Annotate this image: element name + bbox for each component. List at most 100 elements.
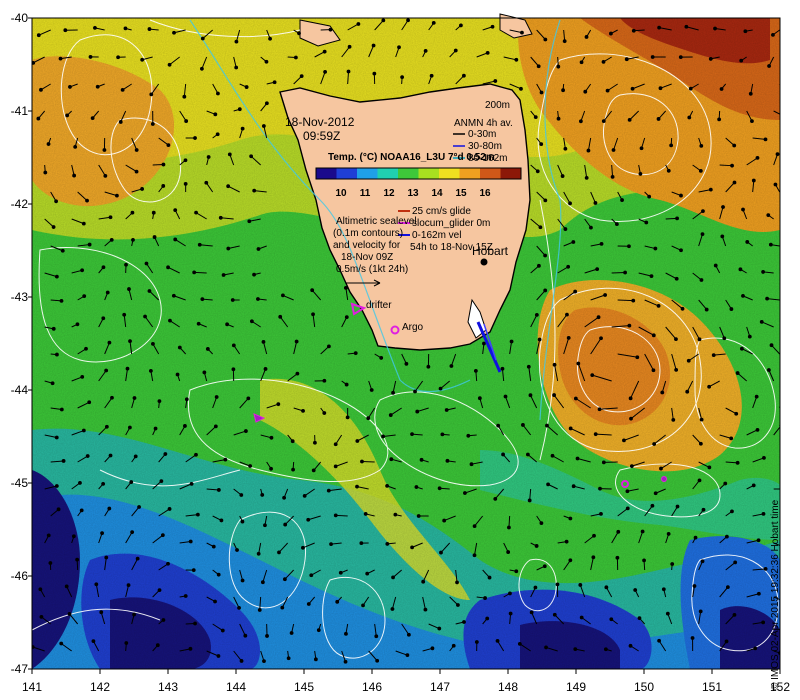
velocity-arrow-head [666, 532, 671, 536]
velocity-arrow-head [438, 386, 443, 391]
velocity-arrow-head [482, 341, 486, 346]
velocity-arrow-head [697, 478, 702, 483]
velocity-arrow-head [611, 148, 616, 152]
x-tick-label: 146 [362, 680, 382, 694]
velocity-arrow-head [568, 201, 572, 206]
colorbar-tick-label: 10 [335, 188, 347, 199]
velocity-arrow-head [38, 587, 43, 592]
velocity-arrow-head [265, 634, 269, 638]
velocity-arrow-head [473, 369, 478, 373]
velocity-arrow-head [688, 86, 693, 91]
velocity-arrow-head [311, 312, 315, 317]
glider-item: 25 cm/s glide [412, 206, 471, 217]
velocity-arrow-head [423, 48, 428, 53]
velocity-arrow-head [375, 658, 380, 663]
velocity-arrow-head [227, 152, 232, 157]
velocity-arrow-head [711, 353, 716, 358]
velocity-arrow-head [240, 126, 245, 131]
velocity-arrow-head [544, 645, 548, 650]
velocity-arrow-head [65, 113, 70, 118]
velocity-arrow-head [493, 79, 498, 83]
velocity-arrow-head [560, 174, 565, 178]
velocity-arrow-head [761, 270, 766, 274]
velocity-arrow-head [732, 143, 737, 148]
velocity-arrow-head [64, 584, 69, 589]
velocity-arrow-head [127, 425, 132, 430]
velocity-arrow-head [410, 432, 414, 437]
velocity-arrow-head [653, 246, 658, 251]
velocity-arrow-head [183, 158, 188, 163]
velocity-arrow-head [130, 530, 135, 535]
velocity-arrow-head [365, 571, 370, 576]
hobart-dot-icon [480, 258, 488, 266]
velocity-arrow-head [720, 234, 725, 239]
velocity-arrow-head [788, 458, 791, 461]
velocity-arrow-head [466, 433, 471, 438]
velocity-arrow-head [406, 18, 410, 23]
velocity-arrow-head [675, 216, 679, 221]
velocity-arrow-head [661, 587, 666, 592]
velocity-arrow-head [755, 427, 760, 432]
velocity-arrow-head [116, 55, 120, 60]
velocity-arrow-head [184, 397, 189, 402]
velocity-arrow-head [127, 287, 131, 291]
velocity-arrow-head [313, 440, 317, 445]
velocity-arrow-head [216, 91, 220, 96]
velocity-arrow-head [338, 570, 343, 575]
velocity-arrow-head [698, 441, 703, 446]
velocity-arrow-head [629, 416, 633, 421]
velocity-arrow-head [656, 303, 661, 308]
velocity-arrow-head [477, 396, 482, 401]
velocity-arrow-head [322, 49, 327, 54]
velocity-arrow-head [193, 136, 197, 140]
velocity-arrow-head [649, 274, 654, 279]
velocity-arrow-head [148, 368, 153, 373]
velocity-arrow-head [316, 628, 321, 633]
velocity-arrow-head [642, 558, 646, 563]
x-tick-label: 143 [158, 680, 178, 694]
velocity-arrow-head [54, 484, 59, 488]
velocity-arrow-head [385, 542, 390, 546]
velocity-arrow-head [226, 184, 231, 189]
velocity-arrow-head [78, 481, 82, 485]
velocity-arrow-head [674, 367, 679, 372]
velocity-arrow-head [686, 358, 691, 363]
velocity-arrow-head [723, 481, 728, 486]
velocity-arrow-head [94, 582, 99, 587]
velocity-arrow-head [472, 524, 477, 529]
velocity-arrow-head [81, 221, 86, 226]
velocity-arrow-head [123, 26, 128, 31]
velocity-arrow-head [85, 454, 90, 458]
velocity-arrow-head [99, 610, 104, 615]
velocity-arrow-head [122, 312, 127, 317]
velocity-arrow-head [261, 124, 266, 128]
velocity-arrow-head [256, 297, 260, 301]
velocity-arrow-head [633, 588, 638, 592]
velocity-arrow-head [730, 509, 734, 514]
velocity-arrow-head [211, 544, 216, 549]
velocity-arrow-head [556, 64, 561, 69]
colorbar-tick-label: 14 [431, 188, 443, 199]
velocity-arrow-head [789, 130, 792, 133]
velocity-arrow-head [472, 553, 477, 558]
velocity-arrow-head [277, 550, 281, 555]
velocity-arrow-head [542, 564, 547, 569]
velocity-arrow-head [584, 35, 589, 39]
velocity-arrow-head [388, 413, 393, 417]
x-tick-label: 148 [498, 680, 518, 694]
velocity-arrow-head [261, 339, 266, 344]
velocity-arrow-head [155, 643, 160, 648]
velocity-arrow-head [43, 170, 48, 175]
velocity-arrow-head [36, 33, 41, 38]
velocity-arrow-head [280, 605, 285, 610]
velocity-arrow-head [215, 132, 220, 137]
velocity-arrow-head [599, 511, 603, 516]
velocity-arrow-head [462, 620, 466, 624]
velocity-arrow-head [738, 267, 743, 272]
y-tick-label: -47 [11, 662, 29, 676]
velocity-arrow-head [620, 198, 624, 202]
velocity-arrow-head [653, 491, 658, 496]
velocity-arrow-head [263, 523, 267, 528]
velocity-arrow-head [719, 87, 724, 91]
velocity-arrow-head [391, 575, 395, 580]
